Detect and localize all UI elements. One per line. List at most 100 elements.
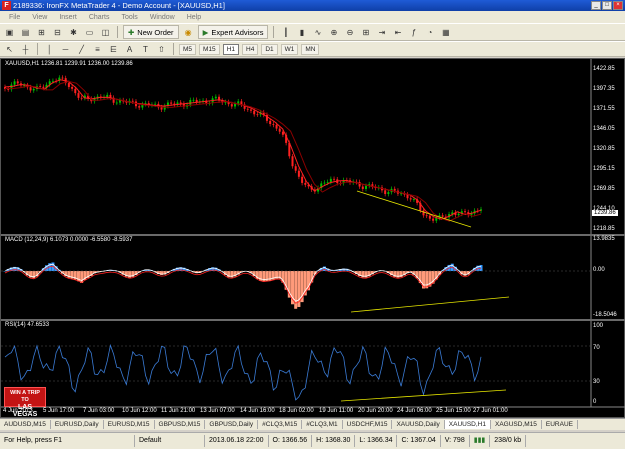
- macd-trendline: [350, 296, 510, 313]
- tab-usdchf-m15[interactable]: USDCHF,M15: [343, 420, 393, 429]
- arrows-icon[interactable]: ⇧: [155, 43, 168, 55]
- crosshair-icon[interactable]: ┼: [19, 43, 32, 55]
- minimize-button[interactable]: _: [591, 1, 601, 10]
- profiles-icon[interactable]: ▤: [19, 26, 32, 38]
- horizontal-line-icon[interactable]: ─: [59, 43, 72, 55]
- fibonacci-icon[interactable]: ⋿: [107, 43, 120, 55]
- candle-body: [406, 194, 409, 199]
- data-window-icon[interactable]: ⊟: [51, 26, 64, 38]
- candle-body: [275, 124, 278, 129]
- status-profile: Default: [135, 435, 205, 447]
- candle-body: [329, 178, 332, 182]
- market-watch-icon[interactable]: ⊞: [35, 26, 48, 38]
- ad-banner[interactable]: WIN A TRIP TO LAS VEGAS: [4, 387, 46, 418]
- candle-body: [297, 170, 300, 177]
- tab-gbpusd-daily[interactable]: GBPUSD,Daily: [205, 420, 259, 429]
- tf-m5[interactable]: M5: [179, 43, 197, 55]
- menu-help[interactable]: Help: [181, 14, 207, 21]
- candle-body: [294, 166, 297, 171]
- candle-body: [278, 128, 281, 132]
- candle-body: [179, 102, 182, 104]
- price-tick: 1397.35: [593, 86, 615, 92]
- tab-xauusd-daily[interactable]: XAUUSD,Daily: [392, 420, 445, 429]
- bar-chart-icon[interactable]: ┃: [279, 26, 292, 38]
- tab-euraue[interactable]: EURAUE: [542, 420, 578, 429]
- status-open: O: 1366.56: [269, 435, 313, 447]
- pane-divider[interactable]: [1, 234, 625, 236]
- tab-eurusd-daily[interactable]: EURUSD,Daily: [51, 420, 104, 429]
- label-tool-icon[interactable]: T: [139, 43, 152, 55]
- metaeditor-icon[interactable]: ◉: [182, 26, 195, 38]
- time-tick: 18 Jun 02:00: [279, 408, 314, 414]
- candle-body: [67, 83, 70, 87]
- tf-mn[interactable]: MN: [301, 43, 320, 55]
- menu-tools[interactable]: Tools: [115, 14, 143, 21]
- candle-body: [384, 190, 387, 194]
- trendline-icon[interactable]: ╱: [75, 43, 88, 55]
- tab-xauusd-h1[interactable]: XAUUSD,H1: [444, 420, 491, 429]
- new-chart-icon[interactable]: ▣: [3, 26, 16, 38]
- line-chart-icon[interactable]: ∿: [311, 26, 324, 38]
- navigator-icon[interactable]: ✱: [67, 26, 80, 38]
- candlestick-icon[interactable]: ▮: [295, 26, 308, 38]
- status-help: For Help, press F1: [0, 435, 135, 447]
- rsi-tick: 70: [593, 345, 600, 351]
- menu-window[interactable]: Window: [144, 14, 181, 21]
- app-icon: F: [2, 1, 11, 10]
- tab-xagusd-m15[interactable]: XAGUSD,M15: [491, 420, 542, 429]
- equidistant-channel-icon[interactable]: ≡: [91, 43, 104, 55]
- tab-clq3-m15[interactable]: #CLQ3,M15: [258, 420, 303, 429]
- status-low: L: 1366.34: [355, 435, 398, 447]
- candle-body: [80, 97, 83, 99]
- tf-w1[interactable]: W1: [280, 43, 299, 55]
- vertical-line-icon[interactable]: │: [43, 43, 56, 55]
- strategy-tester-icon[interactable]: ◫: [99, 26, 112, 38]
- chart-window[interactable]: XAUUSD,H1 1236.81 1239.91 1236.00 1239.8…: [0, 58, 625, 418]
- maximize-button[interactable]: □: [602, 1, 612, 10]
- terminal-icon[interactable]: ▭: [83, 26, 96, 38]
- pane-divider[interactable]: [1, 319, 625, 321]
- rsi-axis: 100 70 30 0: [591, 321, 625, 407]
- autoscroll-icon[interactable]: ⇥: [375, 26, 388, 38]
- candle-body: [7, 88, 10, 90]
- price-tick: 1295.15: [593, 166, 615, 172]
- candle-body: [131, 100, 134, 102]
- candle-body: [464, 211, 467, 213]
- zoom-out-icon[interactable]: ⊖: [343, 26, 356, 38]
- price-tick: 1371.55: [593, 106, 615, 112]
- macd-pane-label: MACD (12,24,9) 6.1073 0.0000 -6.5580 -8.…: [5, 237, 133, 243]
- tab-gbpusd-m15[interactable]: GBPUSD,M15: [155, 420, 206, 429]
- macd-tick: 0.00: [593, 267, 605, 273]
- cursor-icon[interactable]: ↖: [3, 43, 16, 55]
- chart-shift-icon[interactable]: ⇤: [391, 26, 404, 38]
- menu-insert[interactable]: Insert: [53, 14, 83, 21]
- candle-body: [77, 93, 80, 98]
- moving-average-line: [4, 79, 482, 220]
- price-tick: 1346.05: [593, 126, 615, 132]
- window-title: 2189336: IronFX MetaTrader 4 - Demo Acco…: [13, 1, 225, 10]
- tab-audusd-m15[interactable]: AUDUSD,M15: [0, 420, 51, 429]
- tf-h4[interactable]: H4: [242, 43, 259, 55]
- text-tool-icon[interactable]: A: [123, 43, 136, 55]
- rsi-tick: 0: [593, 399, 597, 405]
- tile-windows-icon[interactable]: ⊞: [359, 26, 372, 38]
- zoom-in-icon[interactable]: ⊕: [327, 26, 340, 38]
- tab-clq3-m1[interactable]: #CLQ3,M1: [302, 420, 343, 429]
- tab-eurusd-m15[interactable]: EURUSD,M15: [104, 420, 155, 429]
- macd-histogram-bar: [425, 271, 429, 289]
- periods-icon[interactable]: ◔: [423, 26, 436, 38]
- tf-d1[interactable]: D1: [261, 43, 278, 55]
- menu-view[interactable]: View: [26, 14, 53, 21]
- expert-advisors-button[interactable]: ▶ Expert Advisors: [197, 25, 269, 39]
- new-order-button[interactable]: ✚ New Order: [123, 25, 179, 39]
- indicators-icon[interactable]: ƒ: [407, 26, 420, 38]
- menu-charts[interactable]: Charts: [83, 14, 116, 21]
- tf-m15[interactable]: M15: [199, 43, 220, 55]
- templates-icon[interactable]: ▦: [439, 26, 452, 38]
- tf-h1[interactable]: H1: [222, 43, 239, 55]
- macd-tick: -18.5046: [593, 312, 617, 318]
- candle-body: [272, 123, 275, 125]
- close-button[interactable]: ×: [613, 1, 623, 10]
- menu-file[interactable]: File: [3, 14, 26, 21]
- candle-body: [230, 104, 233, 107]
